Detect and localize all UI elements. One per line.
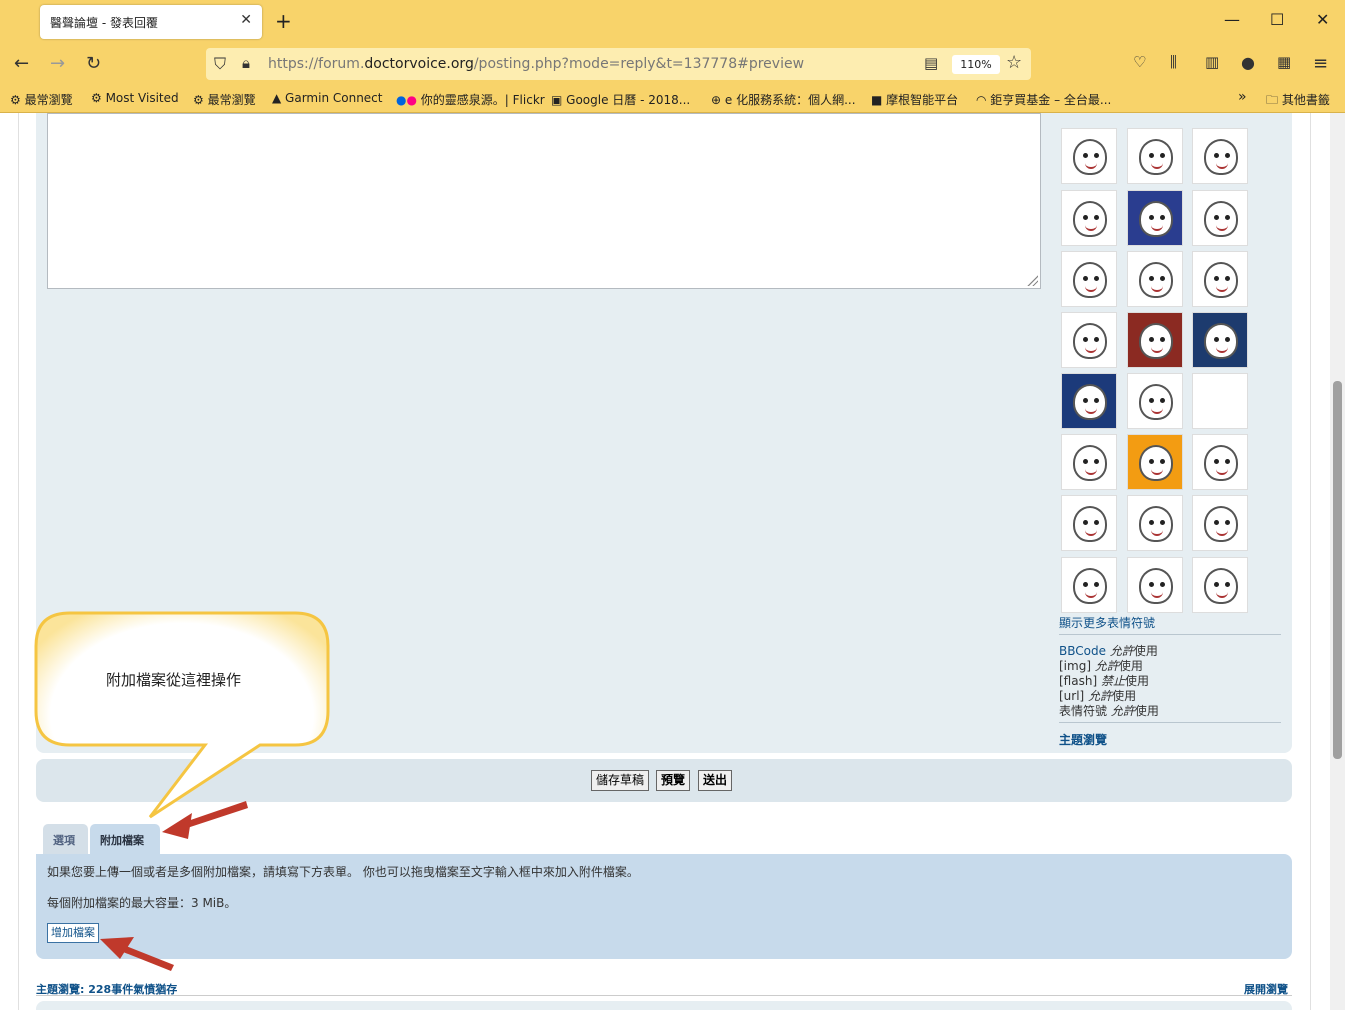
zoom-indicator[interactable]: 110% [952, 55, 1000, 74]
menu-icon[interactable]: ≡ [1313, 53, 1328, 74]
bookmark-star-icon[interactable]: ☆ [1006, 52, 1022, 73]
url-bar[interactable]: ⛉ 🔒︎ https://forum.doctorvoice.org/posti… [206, 48, 1031, 80]
minimize-icon[interactable]: — [1224, 10, 1240, 29]
bookmark-item[interactable]: ⚙ 最常瀏覽 [10, 91, 73, 108]
arrow-to-add-file-icon [100, 937, 174, 971]
bookmarks-bar: ⚙ 最常瀏覽 ⚙ Most Visited ⚙ 最常瀏覽 ▲ Garmin Co… [0, 86, 1345, 113]
tab-close-icon[interactable]: ✕ [240, 12, 252, 28]
extension-icon[interactable]: ● [1241, 53, 1255, 72]
sidebar-icon[interactable]: ▥ [1205, 53, 1219, 71]
bookmark-item[interactable]: ◠ 鉅亨買基金 – 全台最... [976, 91, 1111, 108]
page-content: 顯示更多表情符號 BBCode 允許使用 [img] 允許使用 [flash] … [0, 113, 1345, 1010]
arrow-to-tab-icon [162, 801, 248, 839]
browser-nav-bar: ← → ↻ ⛉ 🔒︎ https://forum.doctorvoice.org… [0, 44, 1345, 86]
bookmark-item[interactable]: ●● 你的靈感泉源。| Flickr [396, 91, 545, 108]
reader-view-icon[interactable]: ▤ [924, 54, 938, 72]
annotation-overlay [34, 611, 330, 971]
maximize-icon[interactable]: ☐ [1270, 10, 1284, 29]
back-icon[interactable]: ← [14, 53, 29, 74]
bookmark-item[interactable]: ⚙ Most Visited [91, 91, 179, 105]
bookmark-item[interactable]: ■ 摩根智能平台 [871, 91, 958, 108]
url-text[interactable]: https://forum.doctorvoice.org/posting.ph… [268, 56, 804, 72]
bookmark-item[interactable]: ⊕ e 化服務系統：個人網... [711, 91, 856, 108]
browser-tab[interactable]: 醫聲論壇 - 發表回覆 ✕ [40, 5, 262, 39]
other-bookmarks[interactable]: 🗀︎ 其他書籤 [1266, 91, 1330, 112]
bookmark-item[interactable]: ⚙ 最常瀏覽 [193, 91, 256, 108]
forward-icon[interactable]: → [50, 53, 65, 74]
bookmark-item[interactable]: ▣ Google 日曆 - 2018... [551, 91, 690, 108]
bookmarks-overflow-icon[interactable]: » [1238, 89, 1247, 105]
browser-tab-bar: 醫聲論壇 - 發表回覆 ✕ + — ☐ ✕ [0, 0, 1345, 44]
lock-icon[interactable]: 🔒︎ [242, 54, 250, 72]
callout-bubble [34, 611, 330, 819]
extension-grid-icon[interactable]: ▦ [1277, 53, 1291, 71]
library-icon[interactable]: ⫼ [1170, 53, 1177, 71]
new-tab-button[interactable]: + [275, 9, 292, 33]
reload-icon[interactable]: ↻ [86, 53, 101, 74]
window-close-icon[interactable]: ✕ [1316, 10, 1329, 29]
pocket-icon[interactable]: ♡ [1133, 53, 1146, 71]
callout-text: 附加檔案從這裡操作 [106, 671, 242, 689]
shield-icon[interactable]: ⛉ [214, 54, 226, 74]
tab-title: 醫聲論壇 - 發表回覆 [50, 16, 158, 30]
bookmark-item[interactable]: ▲ Garmin Connect [272, 91, 382, 105]
